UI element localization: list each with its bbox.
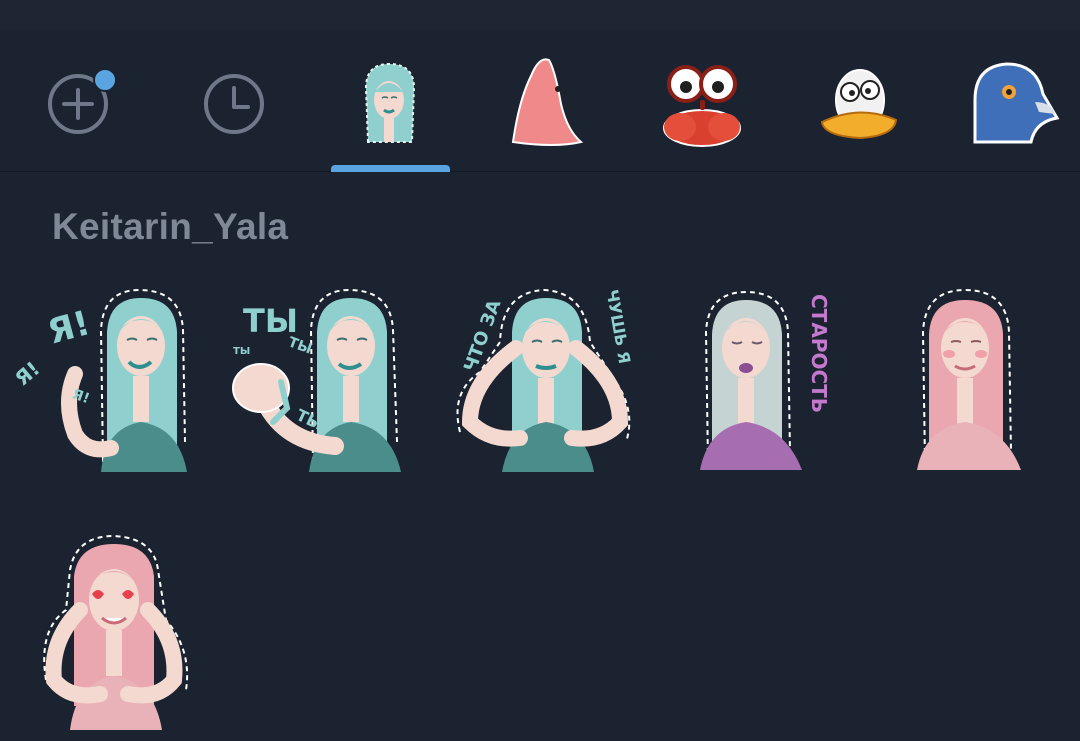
status-bar-area bbox=[0, 0, 1080, 30]
sticker-1[interactable]: Я! Я! Я! bbox=[15, 282, 200, 477]
sticker-2[interactable]: ТЫ ТЫ ТЫ ТЫ bbox=[225, 282, 415, 477]
pack-title: Keitarin_Yala bbox=[52, 206, 289, 247]
girl-sticker-image: СТАРОСТЬ bbox=[700, 290, 831, 470]
sticker-text: ТЫ bbox=[243, 302, 298, 340]
girl-sticker-image: Я! Я! Я! bbox=[15, 288, 187, 472]
duck-sticker-thumbnail-icon bbox=[820, 69, 898, 140]
tab-crab-pack[interactable] bbox=[650, 30, 760, 170]
clock-icon bbox=[204, 74, 264, 134]
pigeon-sticker-thumbnail-icon bbox=[973, 62, 1060, 144]
tab-pigeon-pack[interactable] bbox=[965, 30, 1080, 170]
girl-sticker-image: ЧТО ЗА ЧУШЬ Я bbox=[456, 288, 634, 472]
sticker-text: Я! bbox=[15, 356, 44, 390]
girl-sticker-image bbox=[43, 534, 189, 730]
crab-sticker-thumbnail-icon bbox=[663, 65, 741, 147]
new-badge-dot bbox=[93, 68, 117, 92]
selected-tab-indicator bbox=[331, 165, 450, 172]
girl-sticker-image bbox=[917, 288, 1021, 470]
add-circle-icon bbox=[48, 74, 108, 134]
tab-keitarin-yala-pack[interactable] bbox=[340, 30, 440, 170]
tab-recent[interactable] bbox=[185, 30, 285, 170]
tab-add-stickers[interactable] bbox=[30, 30, 130, 170]
sticker-5[interactable] bbox=[905, 282, 1035, 477]
sticker-4[interactable]: СТАРОСТЬ bbox=[690, 282, 840, 477]
starfish-sticker-thumbnail-icon bbox=[511, 58, 584, 146]
sticker-3[interactable]: ЧТО ЗА ЧУШЬ Я bbox=[440, 282, 640, 477]
sticker-text: ЧУШЬ Я bbox=[602, 288, 634, 365]
tab-pink-starfish-pack[interactable] bbox=[495, 30, 595, 170]
sticker-text: ТЫ bbox=[286, 334, 314, 357]
sticker-text: СТАРОСТЬ bbox=[807, 294, 831, 413]
girl-sticker-image: ТЫ ТЫ ТЫ ТЫ bbox=[232, 288, 401, 472]
girl-sticker-thumbnail-icon bbox=[364, 62, 416, 143]
tab-bar-divider bbox=[0, 171, 1080, 172]
tab-duck-pack[interactable] bbox=[810, 30, 910, 170]
sticker-text: ТЫ bbox=[233, 346, 250, 357]
sticker-text: Я! bbox=[44, 303, 95, 352]
sticker-6[interactable] bbox=[30, 530, 200, 730]
